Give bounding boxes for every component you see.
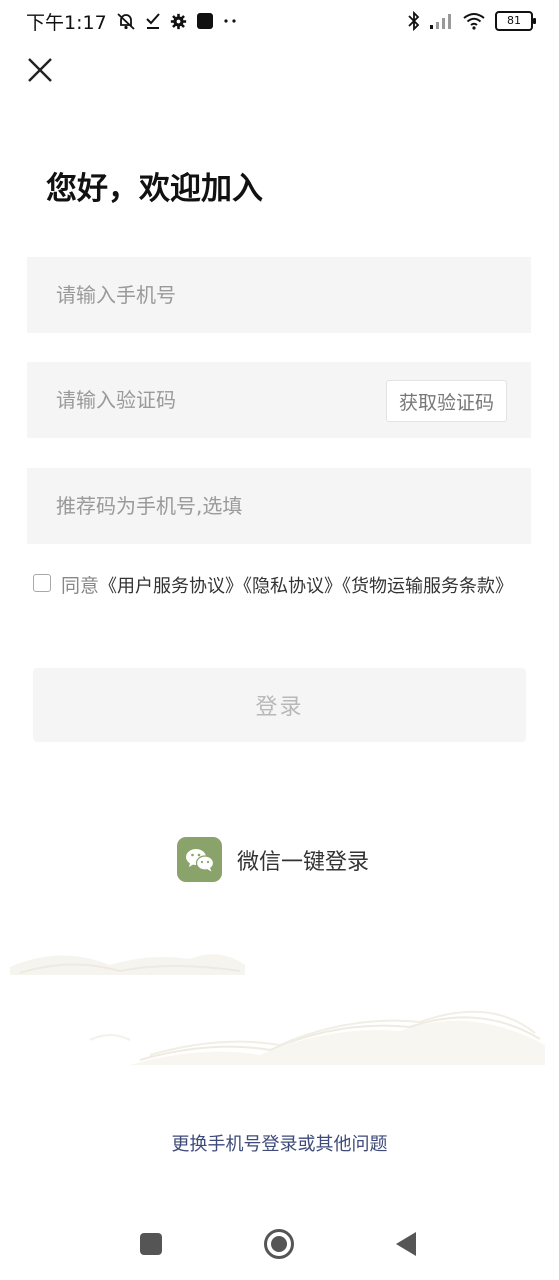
close-icon <box>28 58 52 82</box>
home-icon <box>264 1229 294 1259</box>
back-button[interactable] <box>394 1231 418 1257</box>
recent-apps-icon <box>140 1233 162 1255</box>
login-button[interactable]: 登录 <box>33 668 526 742</box>
agreement-row: 同意《用户服务协议》《隐私协议》《货物运输服务条款》 <box>33 572 523 601</box>
phone-field[interactable] <box>27 257 531 333</box>
mute-bell-icon <box>116 11 136 31</box>
status-bar-left: 下午1:17 <box>26 8 237 35</box>
wechat-login[interactable]: 微信一键登录 <box>177 837 369 882</box>
status-time: 下午1:17 <box>26 11 107 34</box>
mountain-decoration <box>10 954 545 1065</box>
wechat-icon <box>177 837 222 882</box>
agreement-text: 同意《用户服务协议》《隐私协议》《货物运输服务条款》 <box>61 572 523 601</box>
recent-apps-button[interactable] <box>139 1232 163 1256</box>
signal-icon <box>429 13 453 29</box>
page-title: 您好，欢迎加入 <box>46 171 263 207</box>
status-bar: 下午1:17 81 <box>0 0 559 42</box>
status-bar-right: 81 <box>408 11 536 31</box>
phone-input[interactable] <box>54 282 504 308</box>
verification-code-field[interactable]: 获取验证码 <box>27 362 531 438</box>
app-square-icon <box>196 12 214 30</box>
wechat-login-label: 微信一键登录 <box>237 849 370 875</box>
agreement-prefix: 同意 <box>61 575 100 597</box>
gear-icon <box>170 13 187 30</box>
system-nav-bar <box>0 1208 559 1280</box>
back-icon <box>396 1232 416 1256</box>
wifi-icon <box>462 12 486 30</box>
user-service-agreement-link[interactable]: 《用户服务协议》 <box>99 576 243 597</box>
close-button[interactable] <box>26 56 56 86</box>
get-code-button[interactable]: 获取验证码 <box>385 380 507 422</box>
download-check-icon <box>145 12 161 30</box>
cargo-terms-link[interactable]: 《货物运输服务条款》 <box>342 576 513 597</box>
more-dots-icon <box>223 18 237 24</box>
privacy-agreement-link[interactable]: 《隐私协议》 <box>243 576 342 597</box>
battery-icon: 81 <box>495 11 536 31</box>
other-login-issue-link[interactable]: 更换手机号登录或其他问题 <box>0 1130 559 1156</box>
agreement-checkbox[interactable] <box>33 574 51 592</box>
referral-field[interactable] <box>27 468 531 544</box>
referral-input[interactable] <box>54 493 504 519</box>
home-button[interactable] <box>263 1228 295 1260</box>
bluetooth-icon <box>408 11 420 31</box>
